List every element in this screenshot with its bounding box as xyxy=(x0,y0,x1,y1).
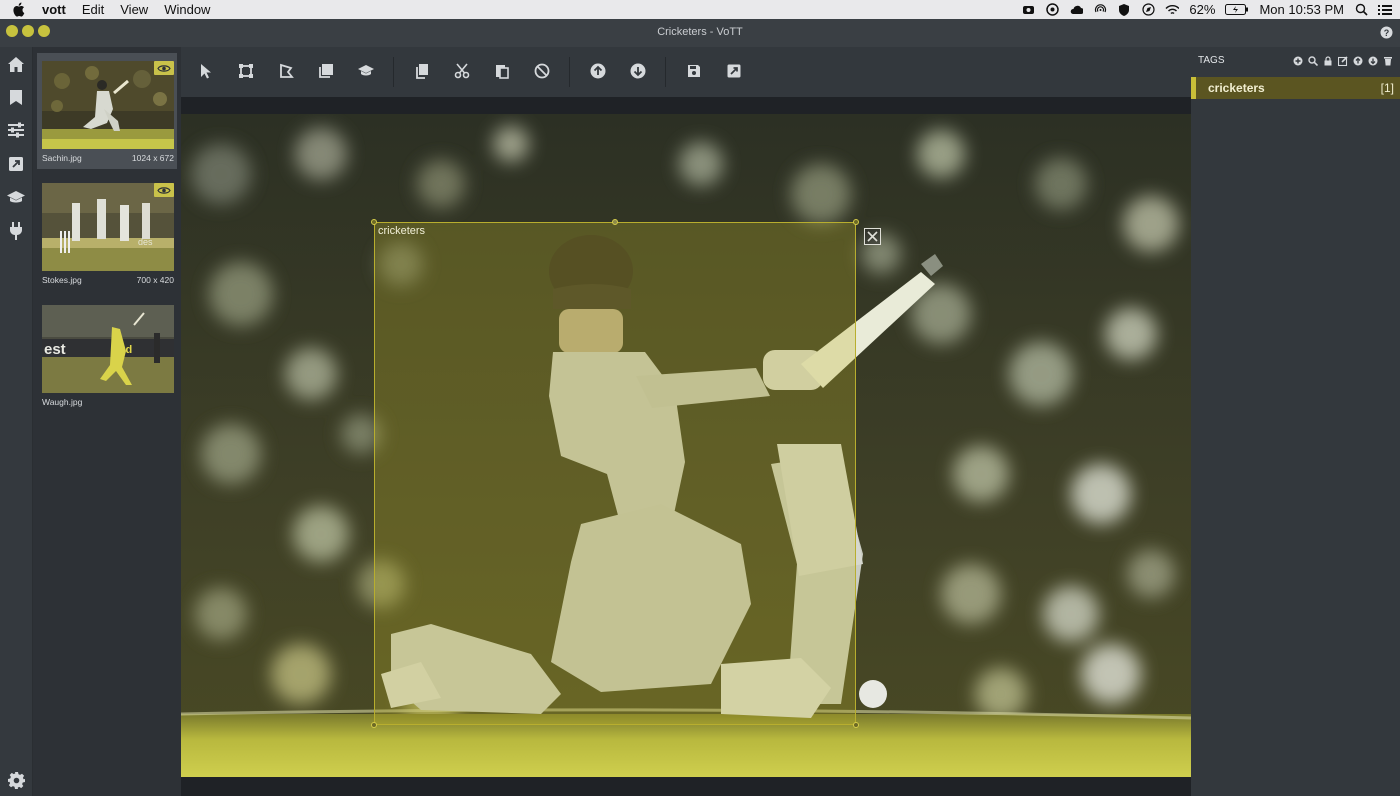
thumbnail-dimensions: 1024 x 672 xyxy=(131,153,174,163)
thumbnail-image: des xyxy=(42,183,174,271)
copy-icon[interactable] xyxy=(413,62,431,80)
copy-rectangle-icon[interactable] xyxy=(317,62,335,80)
editor-toolbar xyxy=(181,47,1191,97)
save-icon[interactable] xyxy=(685,62,703,80)
editor-canvas-area: cricketers xyxy=(181,97,1191,796)
search-tags-icon[interactable] xyxy=(1307,55,1318,66)
select-icon[interactable] xyxy=(197,62,215,80)
airdrop-icon[interactable] xyxy=(1093,3,1107,17)
battery-icon[interactable] xyxy=(1225,3,1249,17)
bounding-region[interactable]: cricketers xyxy=(374,222,856,725)
thumbnail-caption: Waugh.jpg xyxy=(42,397,174,407)
menu-bar: vott Edit View Window 62% Mon 10:53 PM xyxy=(0,0,1400,19)
menu-app-name[interactable]: vott xyxy=(42,0,66,19)
tags-header: TAGS xyxy=(1198,55,1225,66)
tags-panel: TAGS cricketers [1] xyxy=(1191,47,1400,796)
tag-item-cricketers[interactable]: cricketers [1] xyxy=(1191,77,1400,99)
export-icon[interactable] xyxy=(5,153,27,175)
clear-icon[interactable] xyxy=(533,62,551,80)
shield-icon[interactable] xyxy=(1117,3,1131,17)
compass-icon[interactable] xyxy=(1141,3,1155,17)
svg-text:est: est xyxy=(44,341,66,358)
thumbnail-item-sachin[interactable]: Sachin.jpg 1024 x 672 xyxy=(37,53,177,169)
thumbnail-caption: Stokes.jpg 700 x 420 xyxy=(42,275,174,285)
thumbnail-item-stokes[interactable]: des Stokes.jpg 700 x 420 xyxy=(37,175,177,291)
lock-tag-icon[interactable] xyxy=(1322,55,1333,66)
tag-hotkey: [1] xyxy=(1380,81,1394,95)
next-icon[interactable] xyxy=(629,62,647,80)
search-icon[interactable] xyxy=(1354,3,1368,17)
thumbnail-image: est Sad xyxy=(42,305,174,393)
tag-toolbar xyxy=(1292,55,1393,66)
toolbar-separator xyxy=(665,57,666,87)
help-icon[interactable]: ? xyxy=(1380,26,1393,39)
menu-view[interactable]: View xyxy=(120,0,148,19)
svg-text:?: ? xyxy=(1384,28,1390,38)
tag-name: cricketers xyxy=(1208,81,1265,95)
edit-tag-icon[interactable] xyxy=(1337,55,1348,66)
screen-record-icon[interactable] xyxy=(1021,3,1035,17)
toolbar-separator xyxy=(569,57,570,87)
thumbnail-dimensions: 700 x 420 xyxy=(136,275,174,285)
menu-edit[interactable]: Edit xyxy=(82,0,104,19)
image-canvas[interactable]: cricketers xyxy=(181,114,1191,777)
thumbnail-caption: Sachin.jpg 1024 x 672 xyxy=(42,153,174,163)
region-corner-handle[interactable] xyxy=(371,219,377,225)
rectangle-icon[interactable] xyxy=(237,62,255,80)
window-title: Cricketers - VoTT xyxy=(657,26,743,38)
toolbar-separator xyxy=(393,57,394,87)
clock[interactable]: Mon 10:53 PM xyxy=(1259,2,1344,17)
window-title-bar: Cricketers - VoTT ? xyxy=(0,19,1400,47)
region-edge-handle[interactable] xyxy=(612,219,618,225)
asset-thumbnail-list: Sachin.jpg 1024 x 672 des Stokes.jpg 700… xyxy=(33,47,181,796)
bookmark-icon[interactable] xyxy=(5,86,27,108)
home-icon[interactable] xyxy=(5,53,27,75)
region-corner-handle[interactable] xyxy=(371,722,377,728)
thumbnail-filename: Sachin.jpg xyxy=(42,153,82,163)
graduation-cap-icon[interactable] xyxy=(5,186,27,208)
svg-text:des: des xyxy=(138,237,153,247)
cut-icon[interactable] xyxy=(453,62,471,80)
plug-icon[interactable] xyxy=(5,220,27,242)
region-close-icon[interactable] xyxy=(864,228,881,245)
sync-icon[interactable] xyxy=(1045,3,1059,17)
add-tag-icon[interactable] xyxy=(1292,55,1303,66)
menu-window[interactable]: Window xyxy=(164,0,210,19)
thumbnail-filename: Waugh.jpg xyxy=(42,397,83,407)
thumbnail-filename: Stokes.jpg xyxy=(42,275,82,285)
polygon-icon[interactable] xyxy=(277,62,295,80)
thumbnail-image xyxy=(42,61,174,149)
move-tag-down-icon[interactable] xyxy=(1367,55,1378,66)
move-tag-up-icon[interactable] xyxy=(1352,55,1363,66)
notification-center-icon[interactable] xyxy=(1378,3,1392,17)
cloud-icon[interactable] xyxy=(1069,3,1084,17)
visited-eye-icon xyxy=(154,183,174,197)
visited-eye-icon xyxy=(154,61,174,75)
region-corner-handle[interactable] xyxy=(853,722,859,728)
region-tag-label: cricketers xyxy=(378,225,426,237)
left-navigation xyxy=(0,47,33,796)
battery-percent: 62% xyxy=(1189,2,1216,17)
gear-icon[interactable] xyxy=(5,769,27,791)
sliders-icon[interactable] xyxy=(5,119,27,141)
region-corner-handle[interactable] xyxy=(853,219,859,225)
delete-tag-icon[interactable] xyxy=(1382,55,1393,66)
previous-icon[interactable] xyxy=(589,62,607,80)
wifi-icon[interactable] xyxy=(1165,3,1180,17)
apple-icon[interactable] xyxy=(12,2,28,18)
paste-icon[interactable] xyxy=(493,62,511,80)
active-learning-icon[interactable] xyxy=(357,62,375,80)
export-icon[interactable] xyxy=(725,62,743,80)
thumbnail-item-waugh[interactable]: est Sad Waugh.jpg xyxy=(37,297,177,413)
